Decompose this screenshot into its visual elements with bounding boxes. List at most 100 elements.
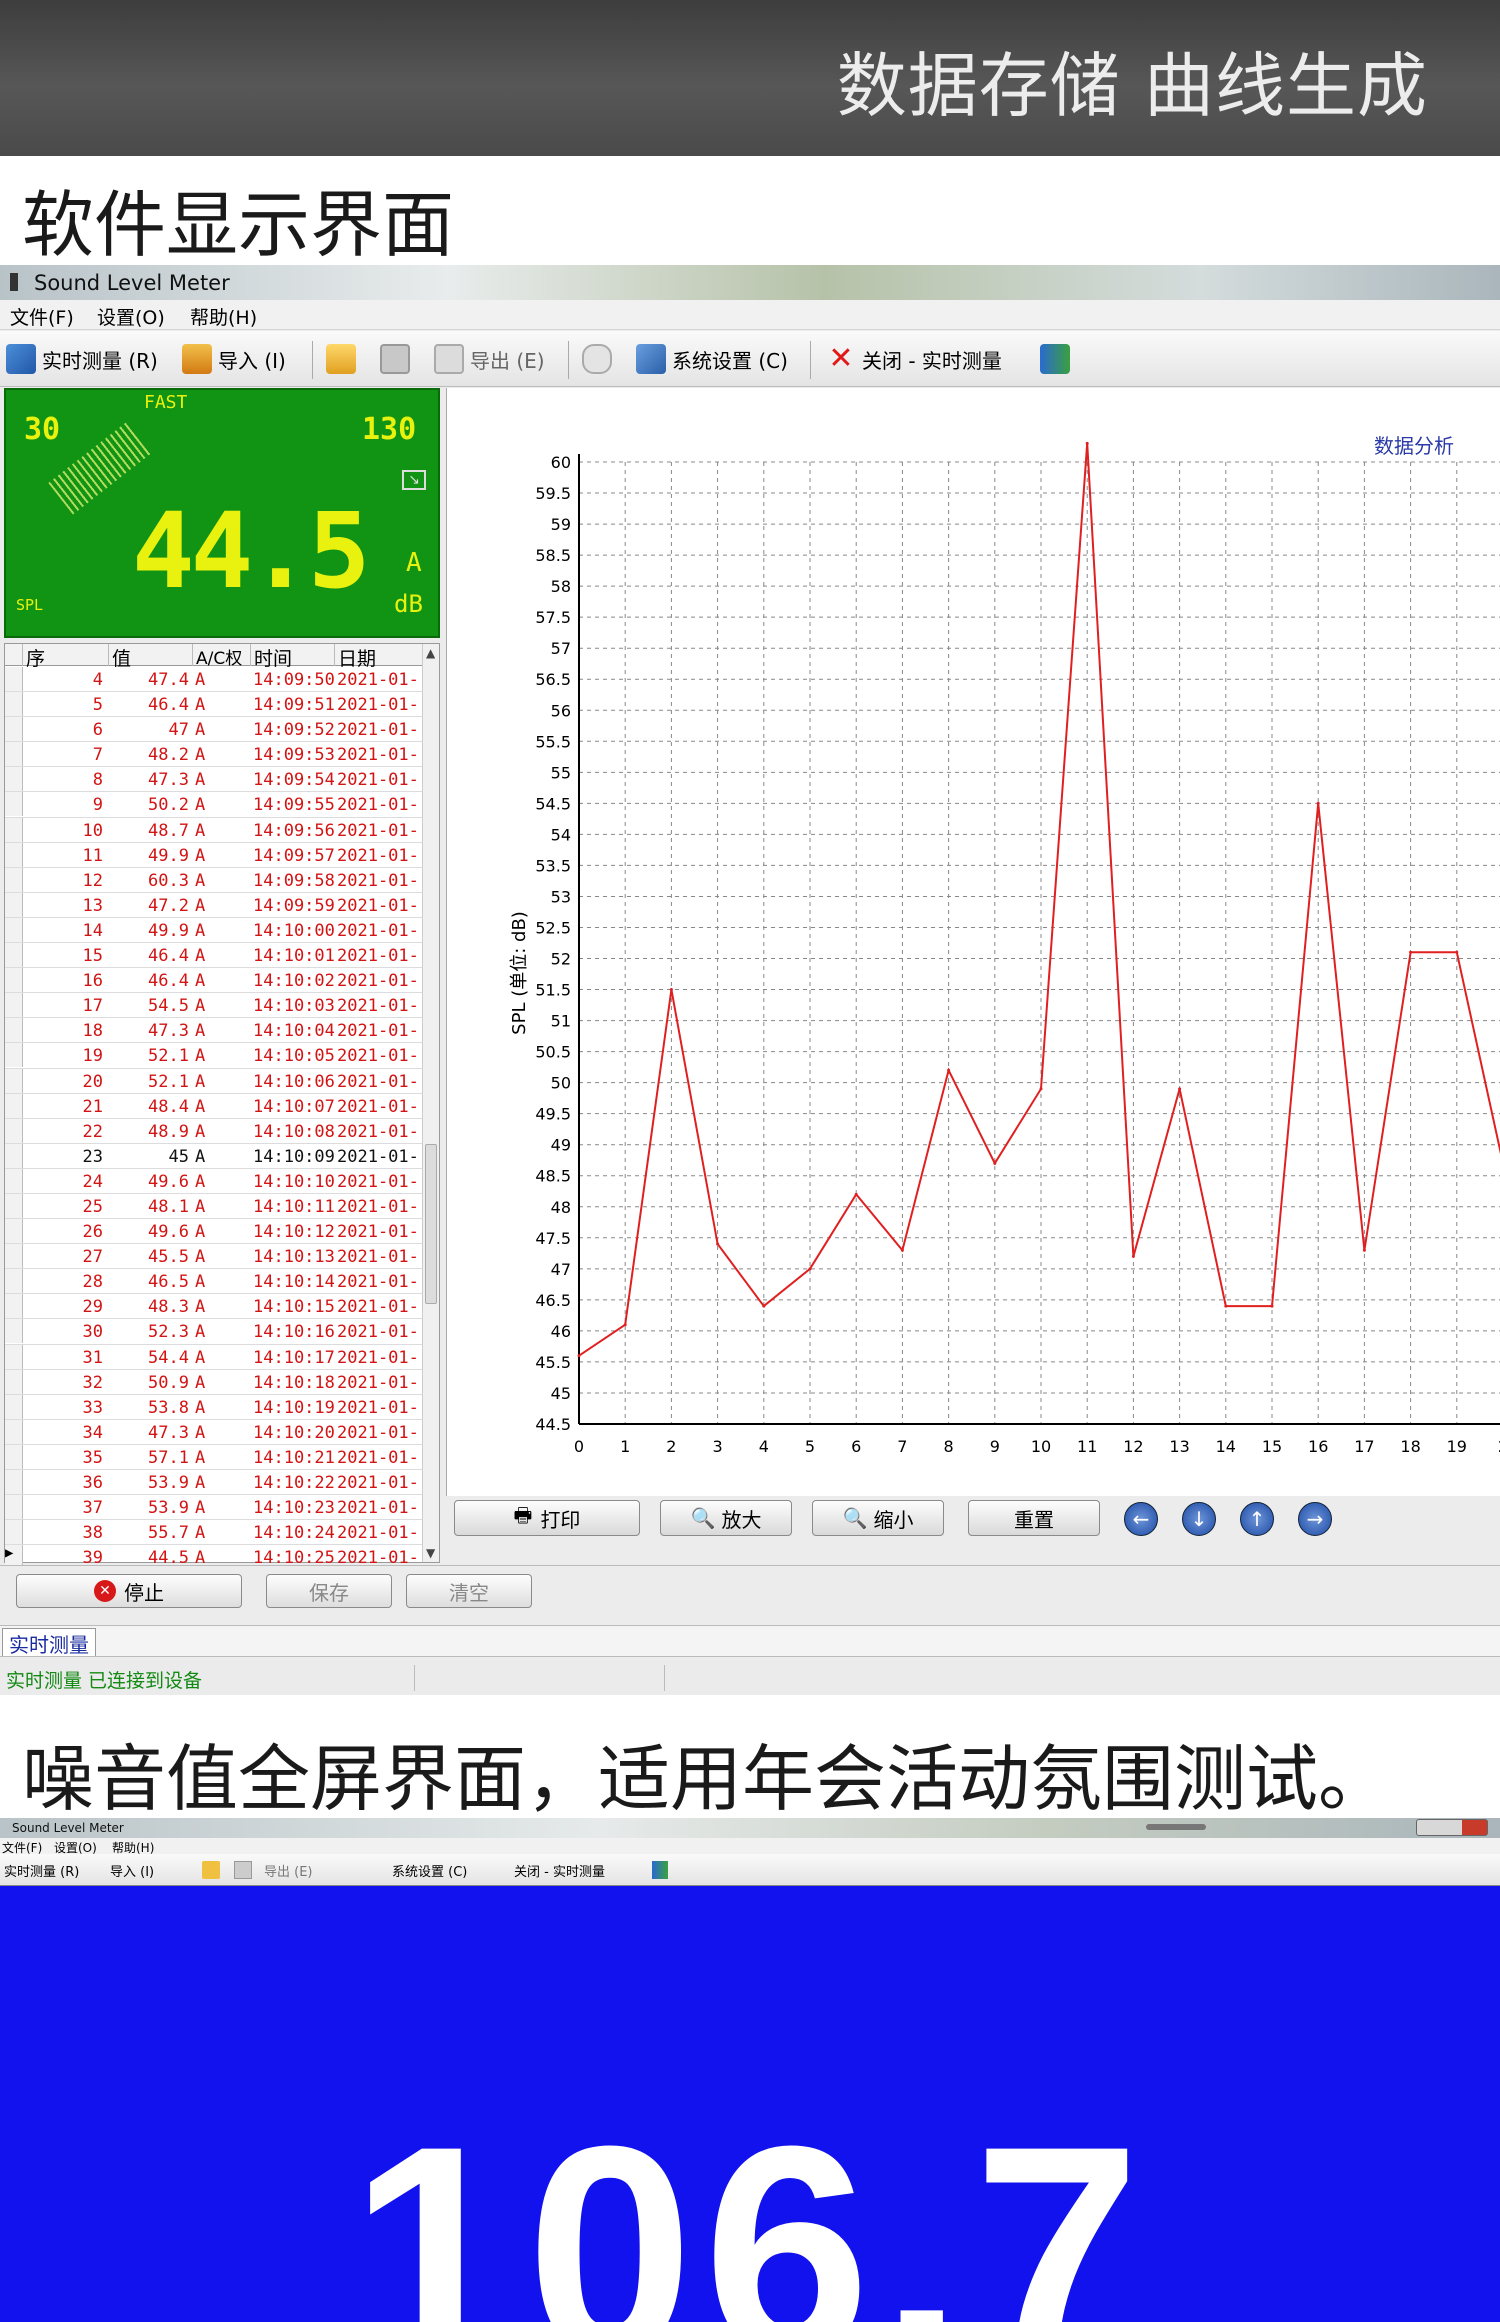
table-row[interactable]: 31 54.4 A 14:10:17 2021-01- bbox=[5, 1344, 423, 1370]
table-row[interactable]: 5 46.4 A 14:09:51 2021-01- bbox=[5, 692, 423, 718]
close-realtime-button[interactable]: ✕ 关闭 - 实时测量 bbox=[826, 341, 1002, 377]
y-tick-label: 45.5 bbox=[535, 1353, 571, 1372]
scroll-up-icon[interactable]: ▲ bbox=[426, 646, 435, 660]
save-button[interactable]: 保存 bbox=[266, 1574, 392, 1608]
open-folder-button[interactable] bbox=[326, 341, 362, 377]
menu-settings[interactable]: 设置(O) bbox=[97, 303, 165, 330]
menu-help[interactable]: 帮助(H) bbox=[190, 303, 257, 330]
cell-time: 14:10:02 bbox=[253, 971, 335, 992]
cell-w: A bbox=[195, 946, 206, 967]
zoom-out-button[interactable]: 🔍 缩小 bbox=[812, 1500, 944, 1536]
table-row[interactable]: 34 47.3 A 14:10:20 2021-01- bbox=[5, 1419, 423, 1445]
data-point bbox=[669, 988, 673, 992]
table-row[interactable]: 7 48.2 A 14:09:53 2021-01- bbox=[5, 742, 423, 768]
tool2-export[interactable]: 导出 (E) bbox=[264, 1861, 313, 1880]
table-row[interactable]: 11 49.9 A 14:09:57 2021-01- bbox=[5, 842, 423, 868]
table-row[interactable]: 8 47.3 A 14:09:54 2021-01- bbox=[5, 767, 423, 793]
col-weighting[interactable]: A/C权 bbox=[193, 644, 251, 669]
data-table: 序 值 A/C权 时间 日期 4 47.4 A 14:09:50 2021-01- 5 46… bbox=[4, 643, 440, 1571]
zoom-in-button[interactable]: 🔍 放大 bbox=[660, 1500, 792, 1536]
table-row[interactable]: 14 49.9 A 14:10:00 2021-01- bbox=[5, 917, 423, 944]
window2-titlebar[interactable]: Sound Level Meter bbox=[0, 1818, 1500, 1838]
menu-file[interactable]: 文件(F) bbox=[10, 303, 74, 330]
row-selector bbox=[5, 1118, 23, 1143]
nav-left-icon[interactable]: ← bbox=[1124, 1502, 1158, 1536]
data-point bbox=[900, 1248, 904, 1252]
nav-down-icon[interactable]: ↓ bbox=[1182, 1502, 1216, 1536]
table-row[interactable]: 29 48.3 A 14:10:15 2021-01- bbox=[5, 1294, 423, 1320]
window-titlebar[interactable]: Sound Level Meter bbox=[0, 265, 1500, 300]
reset-button[interactable]: 重置 bbox=[968, 1500, 1100, 1536]
row-selector bbox=[5, 1444, 23, 1469]
table-row[interactable]: 33 53.8 A 14:10:19 2021-01- bbox=[5, 1394, 423, 1420]
table-row[interactable]: 23 45 A 14:10:09 2021-01- bbox=[5, 1143, 423, 1169]
scroll-thumb[interactable] bbox=[425, 1144, 437, 1304]
tool2-settings[interactable]: 系统设置 (C) bbox=[392, 1861, 467, 1880]
expand-icon[interactable]: ↘ bbox=[402, 470, 426, 490]
table-scrollbar[interactable]: ▲ ▼ bbox=[422, 644, 439, 1562]
weighting-label: A bbox=[406, 548, 422, 578]
save-disk-button[interactable] bbox=[380, 341, 416, 377]
link-button[interactable] bbox=[582, 341, 618, 377]
table-body: 4 47.4 A 14:09:50 2021-01- 5 46.4 A 14:09:51 2021… bbox=[5, 667, 423, 1571]
table-row[interactable]: 13 47.2 A 14:09:59 2021-01- bbox=[5, 892, 423, 918]
col-date[interactable]: 日期 bbox=[335, 644, 423, 670]
window-controls-icon[interactable] bbox=[1416, 1819, 1488, 1836]
exit-door-icon[interactable] bbox=[652, 1861, 668, 1879]
exit-button[interactable] bbox=[1040, 341, 1076, 377]
scroll-down-icon[interactable]: ▼ bbox=[426, 1546, 435, 1560]
table-row[interactable]: 21 48.4 A 14:10:07 2021-01- bbox=[5, 1093, 423, 1119]
print-button[interactable]: 🖶 打印 bbox=[454, 1500, 640, 1536]
table-row[interactable]: 22 48.9 A 14:10:08 2021-01- bbox=[5, 1118, 423, 1144]
import-button[interactable]: 导入 (I) bbox=[182, 341, 286, 377]
stop-button[interactable]: ✕ 停止 bbox=[16, 1574, 242, 1608]
table-row[interactable]: 16 46.4 A 14:10:02 2021-01- bbox=[5, 968, 423, 994]
cell-val: 52.1 bbox=[148, 1071, 189, 1092]
nav-right-icon[interactable]: → bbox=[1298, 1502, 1332, 1536]
table-row[interactable]: 17 54.5 A 14:10:03 2021-01- bbox=[5, 993, 423, 1019]
floppy-icon[interactable] bbox=[234, 1861, 252, 1879]
cell-date: 2021-01- bbox=[337, 1096, 419, 1117]
folder-icon[interactable] bbox=[202, 1861, 220, 1879]
cell-date: 2021-01- bbox=[337, 1121, 419, 1142]
table-row[interactable]: 10 48.7 A 14:09:56 2021-01- bbox=[5, 817, 423, 843]
table-row[interactable]: 37 53.9 A 14:10:23 2021-01- bbox=[5, 1495, 423, 1521]
table-row[interactable]: 4 47.4 A 14:09:50 2021-01- bbox=[5, 667, 423, 693]
tool2-realtime[interactable]: 实时测量 (R) bbox=[4, 1861, 79, 1880]
col-index[interactable]: 序 bbox=[23, 644, 109, 670]
realtime-button[interactable]: 实时测量 (R) bbox=[6, 341, 158, 377]
col-value[interactable]: 值 bbox=[109, 644, 193, 670]
tab-realtime[interactable]: 实时测量 bbox=[2, 1628, 96, 1657]
nav-up-icon[interactable]: ↑ bbox=[1240, 1502, 1274, 1536]
cell-date: 2021-01- bbox=[337, 795, 419, 816]
table-row[interactable]: 27 45.5 A 14:10:13 2021-01- bbox=[5, 1244, 423, 1270]
table-row[interactable]: 12 60.3 A 14:09:58 2021-01- bbox=[5, 867, 423, 893]
table-row[interactable]: 35 57.1 A 14:10:21 2021-01- bbox=[5, 1444, 423, 1470]
table-row[interactable]: 19 52.1 A 14:10:05 2021-01- bbox=[5, 1043, 423, 1069]
cell-date: 2021-01- bbox=[337, 1372, 419, 1393]
table-row[interactable]: 6 47 A 14:09:52 2021-01- bbox=[5, 717, 423, 743]
table-row[interactable]: 26 49.6 A 14:10:12 2021-01- bbox=[5, 1219, 423, 1245]
x-tick-label: 3 bbox=[713, 1437, 723, 1456]
table-row[interactable]: 9 50.2 A 14:09:55 2021-01- bbox=[5, 792, 423, 818]
table-row[interactable]: 32 50.9 A 14:10:18 2021-01- bbox=[5, 1369, 423, 1395]
tool2-import[interactable]: 导入 (I) bbox=[110, 1861, 154, 1880]
table-row[interactable]: 36 53.9 A 14:10:22 2021-01- bbox=[5, 1470, 423, 1496]
cell-val: 47.3 bbox=[148, 1422, 189, 1443]
col-time[interactable]: 时间 bbox=[251, 644, 335, 670]
table-row[interactable]: 38 55.7 A 14:10:24 2021-01- bbox=[5, 1520, 423, 1546]
table-row[interactable]: 25 48.1 A 14:10:11 2021-01- bbox=[5, 1193, 423, 1220]
table-row[interactable]: 15 46.4 A 14:10:01 2021-01- bbox=[5, 943, 423, 969]
row-selector bbox=[5, 1143, 23, 1168]
table-row[interactable]: 30 52.3 A 14:10:16 2021-01- bbox=[5, 1319, 423, 1345]
table-row[interactable]: 28 46.5 A 14:10:14 2021-01- bbox=[5, 1269, 423, 1295]
cell-date: 2021-01- bbox=[337, 1272, 419, 1293]
table-row[interactable]: 24 49.6 A 14:10:10 2021-01- bbox=[5, 1168, 423, 1194]
cell-w: A bbox=[195, 1272, 206, 1293]
clear-button[interactable]: 清空 bbox=[406, 1574, 532, 1608]
table-row[interactable]: 18 47.3 A 14:10:04 2021-01- bbox=[5, 1018, 423, 1044]
system-settings-button[interactable]: 系统设置 (C) bbox=[636, 341, 788, 377]
table-row[interactable]: 20 52.1 A 14:10:06 2021-01- bbox=[5, 1068, 423, 1094]
export-button[interactable]: 导出 (E) bbox=[434, 341, 545, 377]
tool2-close[interactable]: 关闭 - 实时测量 bbox=[514, 1861, 605, 1880]
